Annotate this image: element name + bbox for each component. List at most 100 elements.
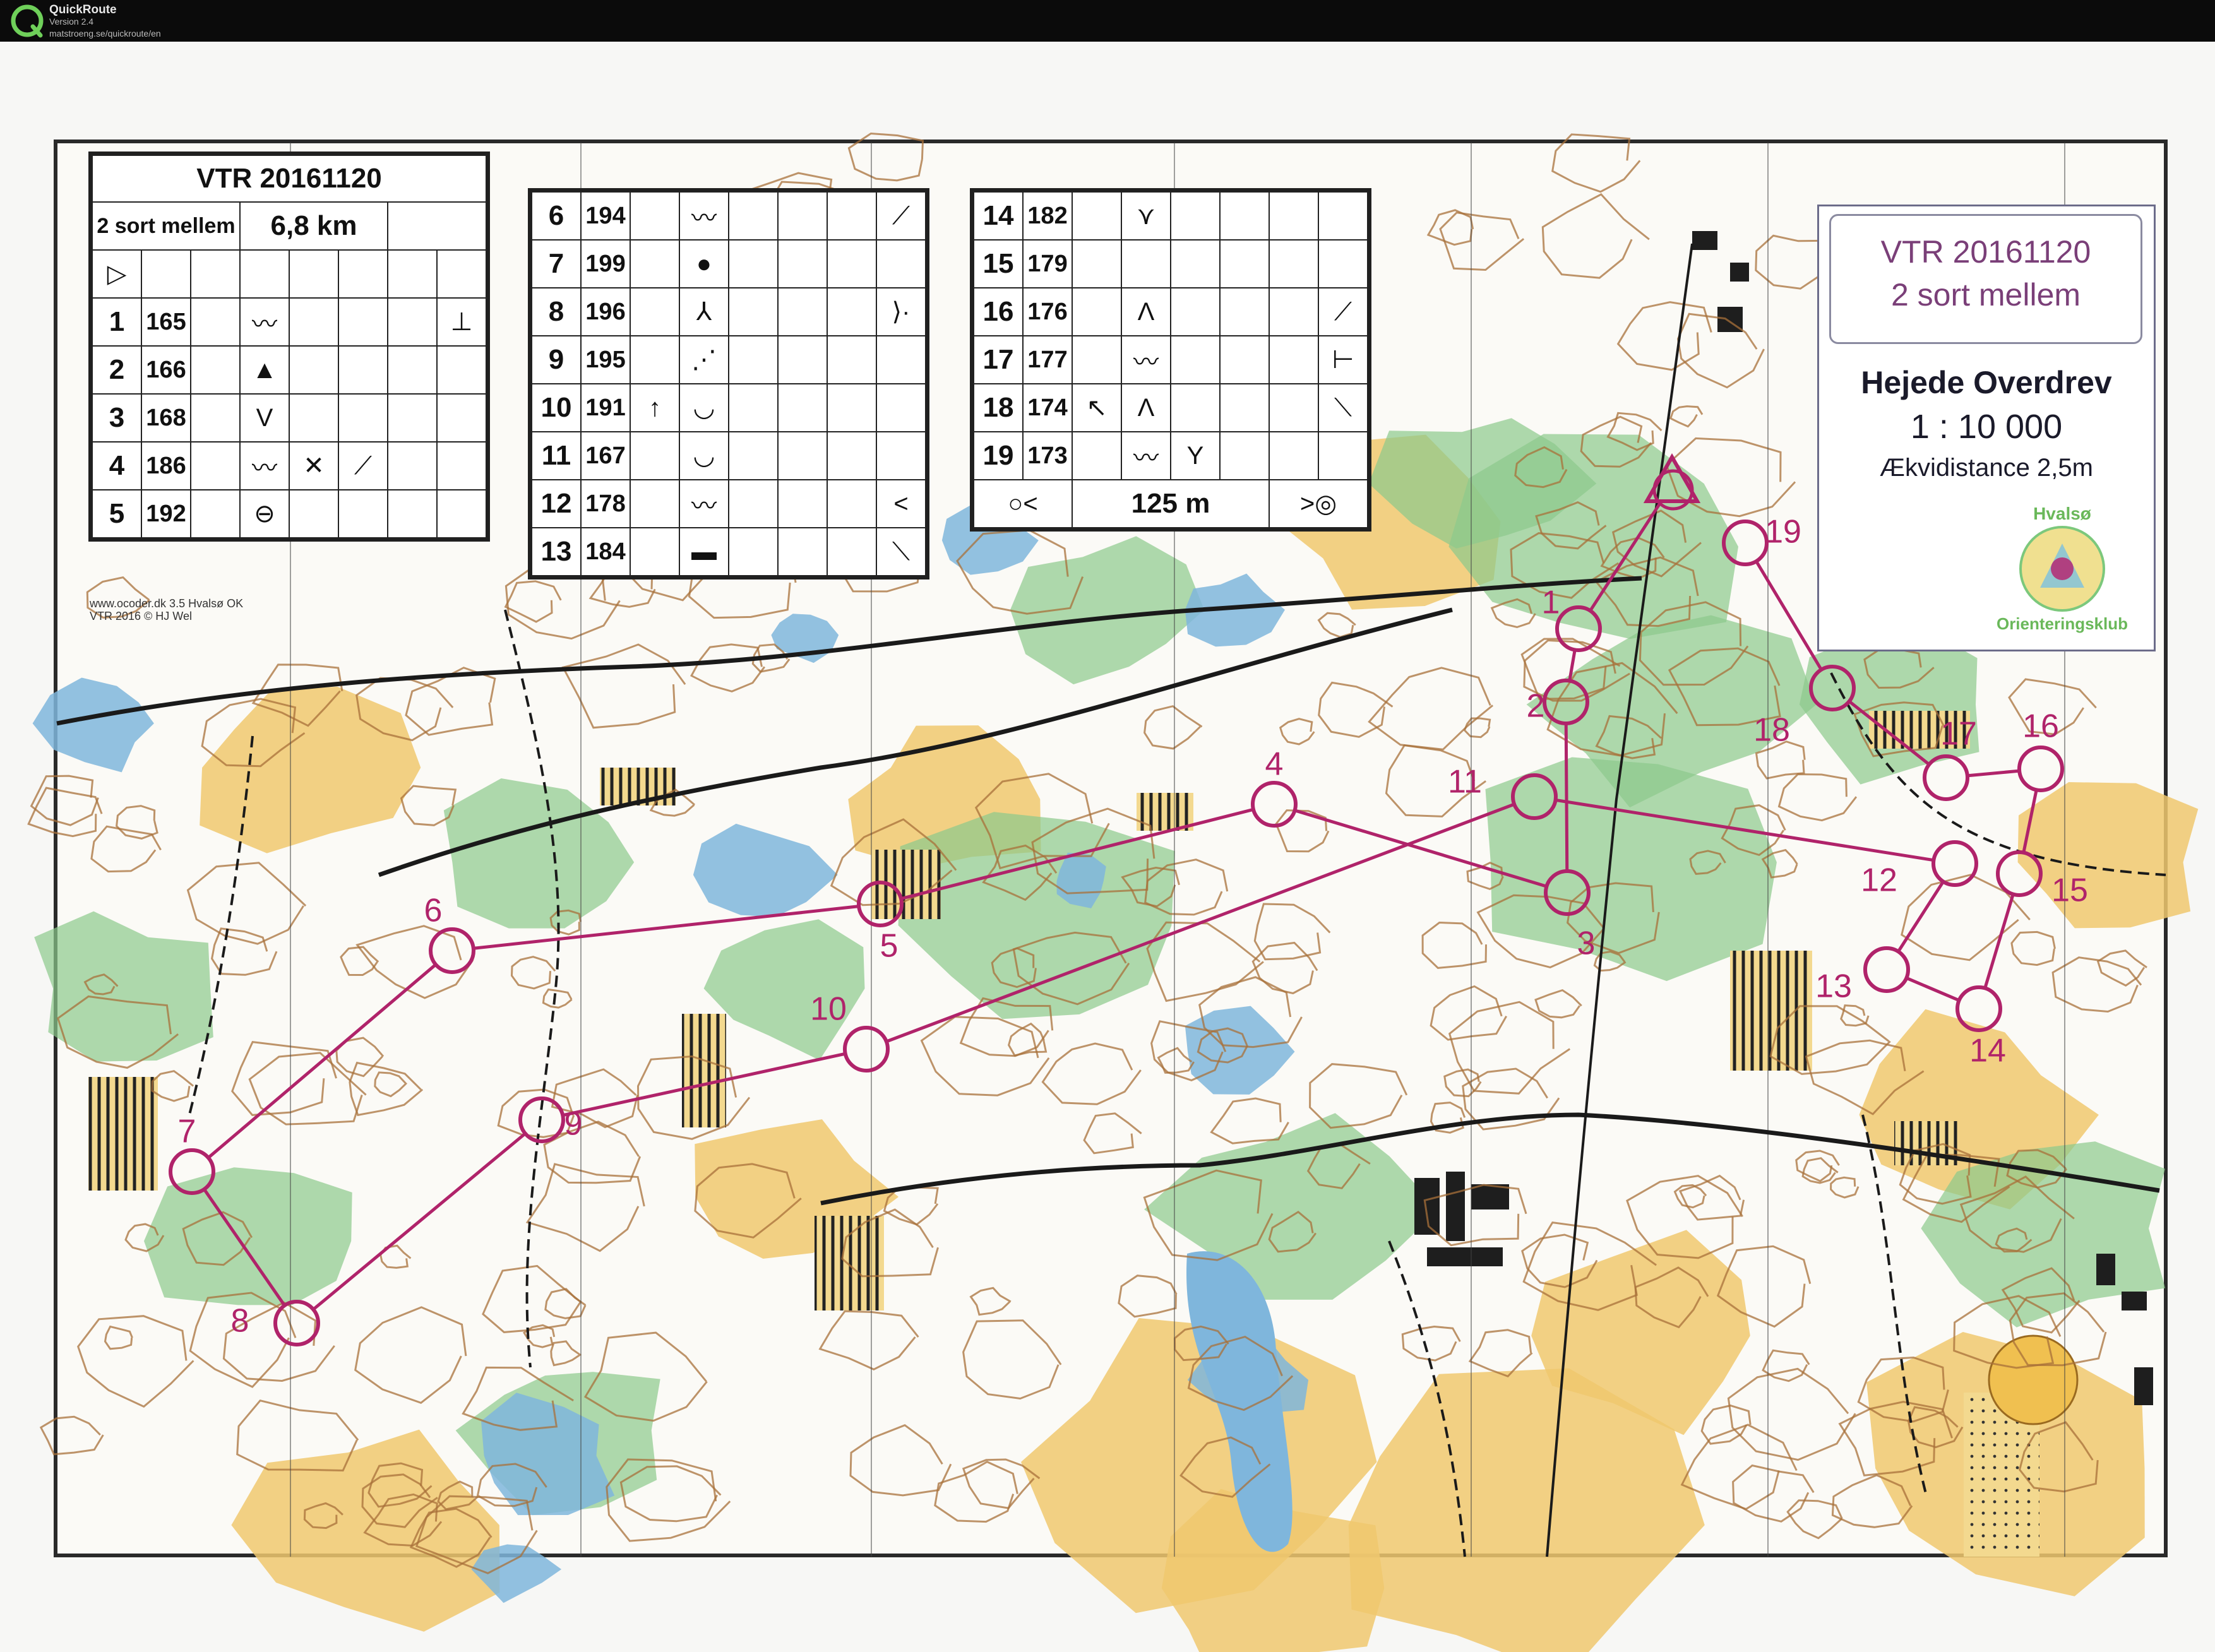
legend-class: 2 sort mellem — [1890, 277, 2081, 312]
description-symbol-icon — [777, 527, 828, 576]
control-code: 179 — [1022, 239, 1073, 288]
description-symbol-icon: ⋎ — [1121, 191, 1171, 241]
control-label: 16 — [2022, 708, 2059, 745]
legend-course-box: VTR 20161120 2 sort mellem — [1829, 214, 2142, 344]
description-sheet-2: 6 194 〰 ⟋ 7 199 ● 8 196 ⅄ ⟩· 9 195 ⋰ 10 191 ↑ ◡ 11 167 ◡ 12 17… — [528, 188, 929, 579]
building — [2134, 1367, 2153, 1405]
finish-distance: 125 m — [1072, 479, 1270, 528]
description-symbol-icon: ⊢ — [1318, 335, 1368, 384]
description-symbol-icon — [387, 441, 438, 490]
description-symbol-icon: ⅄ — [679, 287, 729, 336]
title-bar: QuickRoute Version 2.4 matstroeng.se/qui… — [0, 0, 2215, 42]
description-symbol-icon — [436, 345, 487, 395]
description-symbol-icon — [1318, 191, 1368, 241]
app-version: Version 2.4 — [49, 16, 94, 27]
control-number: 4 — [92, 441, 142, 490]
building — [2096, 1254, 2115, 1285]
description-symbol-icon — [777, 287, 828, 336]
finish-circle-icon: >◎ — [1269, 479, 1368, 528]
description-symbol-icon — [1219, 335, 1270, 384]
control-code: 192 — [141, 489, 191, 538]
description-symbol-icon — [728, 191, 779, 241]
description-symbol-icon — [190, 393, 241, 443]
description-symbol-icon — [1170, 383, 1221, 432]
description-symbol-icon — [338, 393, 388, 443]
description-symbol-icon — [1170, 191, 1221, 241]
desc-course-length: 6,8 km — [239, 201, 388, 251]
description-symbol-icon — [777, 479, 828, 528]
description-symbol-icon — [630, 527, 680, 576]
description-symbol-icon — [1318, 239, 1368, 288]
control-number: 19 — [973, 431, 1024, 480]
control-row: 8 196 ⅄ ⟩· — [531, 287, 926, 336]
description-symbol-icon: ↖ — [1072, 383, 1122, 432]
control-row: 2 166 ▲ — [92, 345, 487, 395]
control-label: 2 — [1527, 688, 1545, 725]
hatched-field — [1137, 793, 1193, 831]
control-code: 196 — [580, 287, 631, 336]
description-symbol-icon — [827, 431, 877, 480]
control-row: 10 191 ↑ ◡ — [531, 383, 926, 432]
control-number: 8 — [531, 287, 582, 336]
description-symbol-icon: Λ — [1121, 383, 1171, 432]
description-symbol-icon: ⟋ — [338, 441, 388, 490]
control-code: 186 — [141, 441, 191, 490]
map-paper: 1 2 3 4 5 6 7 8 9 10 11 12 13 14 15 16 17 18 19 VTR 201611… — [0, 42, 2215, 1652]
hatched-field — [600, 768, 676, 805]
description-symbol-icon — [630, 191, 680, 241]
control-code: 178 — [580, 479, 631, 528]
description-symbol-icon: 〰 — [679, 479, 729, 528]
description-symbol-icon — [728, 479, 779, 528]
description-symbol-icon — [289, 297, 339, 347]
building — [1446, 1172, 1465, 1241]
description-symbol-icon — [1170, 335, 1221, 384]
description-symbol-icon: ⟋ — [876, 191, 926, 241]
control-label: 10 — [810, 991, 847, 1028]
legend-contour-interval: Ækvidistance 2,5m — [1880, 454, 2093, 482]
control-number: 11 — [531, 431, 582, 480]
description-symbol-icon: ✕ — [289, 441, 339, 490]
description-symbol-icon — [387, 489, 438, 538]
description-symbol-icon — [876, 431, 926, 480]
description-symbol-icon — [1072, 239, 1122, 288]
hatched-field — [682, 1014, 726, 1127]
control-row: 3 168 V — [92, 393, 487, 443]
map-legend: VTR 20161120 2 sort mellem Hejede Overdr… — [1817, 205, 2156, 651]
description-symbol-icon — [338, 345, 388, 395]
control-row: 19 173 〰 Y — [973, 431, 1368, 480]
description-symbol-icon: 〰 — [1121, 335, 1171, 384]
control-label: 1 — [1542, 585, 1560, 621]
control-code: 195 — [580, 335, 631, 384]
description-symbol-icon: Y — [1170, 431, 1221, 480]
control-row: 11 167 ◡ — [531, 431, 926, 480]
control-code: 182 — [1022, 191, 1073, 241]
description-symbol-icon — [827, 335, 877, 384]
control-number: 9 — [531, 335, 582, 384]
control-row: 18 174 ↖ Λ ⟍ — [973, 383, 1368, 432]
control-label: 12 — [1861, 862, 1897, 899]
desc-class-name: 2 sort mellem — [92, 201, 241, 251]
description-symbol-icon: ◡ — [679, 431, 729, 480]
description-symbol-icon — [1219, 383, 1270, 432]
description-symbol-icon — [338, 489, 388, 538]
app-title-block: QuickRoute Version 2.4 matstroeng.se/qui… — [49, 4, 161, 40]
club-name-top: Hvalsø — [2033, 504, 2091, 523]
description-symbol-icon — [827, 527, 877, 576]
control-code: 167 — [580, 431, 631, 480]
legend-event: VTR 20161120 — [1880, 234, 2091, 270]
control-label: 15 — [2051, 872, 2088, 909]
control-row: 4 186 〰 ✕ ⟋ — [92, 441, 487, 490]
description-symbol-icon: ▬ — [679, 527, 729, 576]
description-symbol-icon — [1269, 287, 1319, 336]
control-label: 7 — [178, 1114, 196, 1150]
control-code: 166 — [141, 345, 191, 395]
vegetation-area — [144, 1167, 352, 1305]
description-symbol-icon — [1269, 383, 1319, 432]
description-symbol-icon: ▲ — [239, 345, 290, 395]
description-symbol-icon: ● — [679, 239, 729, 288]
control-code: 173 — [1022, 431, 1073, 480]
description-symbol-icon — [1219, 431, 1270, 480]
control-number: 15 — [973, 239, 1024, 288]
hatched-field — [88, 1077, 158, 1191]
control-number: 10 — [531, 383, 582, 432]
